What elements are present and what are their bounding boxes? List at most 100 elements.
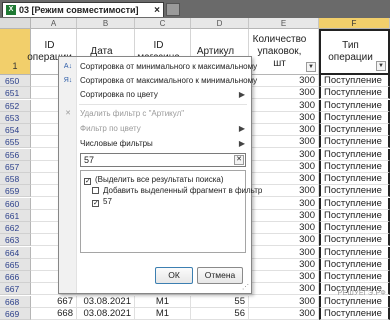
sort-by-color-item[interactable]: Сортировка по цвету ▶ [59,88,251,101]
cell-f[interactable]: Поступление [319,136,390,149]
filter-search-input[interactable]: 57 ✕ [80,153,246,167]
cell-e[interactable]: 300 [249,283,319,296]
cell-f[interactable]: Поступление [319,295,390,308]
row-number[interactable]: 652 [0,99,31,112]
cell-f[interactable]: Поступление [319,87,390,100]
document-tab[interactable]: X 03 [Режим совместимости] × [2,2,164,17]
cell-e[interactable]: 300 [249,258,319,271]
cell-e[interactable]: 300 [249,234,319,247]
checkbox-icon[interactable]: ✓ [84,178,91,185]
cell-f[interactable]: Поступление [319,246,390,259]
sort-descending-item[interactable]: Я↓ Сортировка от максимального к минимал… [59,74,257,87]
cell-f[interactable]: Поступление [319,111,390,124]
cell-f[interactable]: Поступление [319,173,390,185]
cell-e[interactable]: 300 [249,246,319,259]
cell-f[interactable]: Поступление [319,234,390,247]
menu-item-label: Сортировка от максимального к минимально… [80,76,258,85]
cell-e[interactable]: 300 [249,148,319,161]
cell-e[interactable]: 300 [249,160,319,173]
checkbox-icon[interactable] [92,187,99,194]
row-number[interactable]: 660 [0,197,31,210]
row-number[interactable]: 658 [0,173,31,185]
cell-f[interactable]: Поступление [319,124,390,136]
row-number[interactable]: 653 [0,111,31,124]
select-all-results-item[interactable]: ✓ (Выделить все результаты поиска) [84,174,223,185]
filter-dropdown-icon[interactable]: ▼ [306,62,316,72]
cell-e[interactable]: 300 [249,222,319,234]
column-header-f[interactable]: F [319,18,390,29]
clear-search-icon[interactable]: ✕ [234,155,244,165]
cell-f[interactable]: Поступление [319,209,390,222]
column-header-e[interactable]: E [249,18,319,29]
row-number[interactable]: 650 [0,75,31,87]
cell-e[interactable]: 300 [249,75,319,87]
row-number[interactable]: 654 [0,124,31,136]
row-number[interactable]: 657 [0,160,31,173]
cell-e[interactable]: 300 [249,307,319,320]
row-number[interactable]: 655 [0,136,31,149]
new-tab-button[interactable] [166,3,180,16]
cell-f[interactable]: Поступление [319,222,390,234]
column-header-d[interactable]: D [191,18,249,29]
row-number[interactable]: 667 [0,283,31,296]
cell-e[interactable]: 300 [249,124,319,136]
cell-e[interactable]: 300 [249,99,319,112]
resize-grip-icon[interactable]: ⋰ [242,283,249,291]
cell-e[interactable]: 300 [249,295,319,308]
cancel-button[interactable]: Отмена [197,267,243,284]
row-number[interactable]: 661 [0,209,31,222]
cell-e[interactable]: 300 [249,271,319,283]
add-selection-to-filter-item[interactable]: Добавить выделенный фрагмент в фильтр [92,185,262,196]
select-all-corner[interactable] [0,18,31,29]
cell-b[interactable]: 03.08.2021 [77,295,135,308]
cell-e[interactable]: 300 [249,111,319,124]
menu-item-label: Удалить фильтр с "Артикул" [80,109,185,118]
cell-f[interactable]: Поступление [319,197,390,210]
row-number[interactable]: 663 [0,234,31,247]
remove-filter-item[interactable]: ✕ Удалить фильтр с "Артикул" [59,107,251,120]
row-number[interactable]: 665 [0,258,31,271]
cell-a[interactable]: 668 [31,307,77,320]
value-57-item[interactable]: ✓ 57 [92,196,112,207]
cell-d[interactable]: 56 [191,307,249,320]
close-icon[interactable]: × [151,5,163,16]
checkbox-label: 57 [103,197,112,206]
ok-button[interactable]: ОК [155,267,193,284]
checkbox-icon[interactable]: ✓ [92,200,99,207]
cell-e[interactable]: 300 [249,197,319,210]
cell-c[interactable]: M1 [135,307,191,320]
filter-dropdown-icon[interactable]: ▼ [376,61,386,71]
cell-f[interactable]: Поступление [319,160,390,173]
row-number[interactable]: 656 [0,148,31,161]
cell-e[interactable]: 300 [249,209,319,222]
cell-a[interactable]: 667 [31,295,77,308]
row-number[interactable]: 664 [0,246,31,259]
cell-f[interactable]: Поступление [319,148,390,161]
number-filters-item[interactable]: Числовые фильтры ▶ [59,137,251,150]
cell-f[interactable]: Поступление [319,185,390,198]
sort-ascending-item[interactable]: A↓ Сортировка от минимального к максимал… [59,60,257,73]
cell-f[interactable]: Поступление [319,99,390,112]
cell-d[interactable]: 55 [191,295,249,308]
cell-c[interactable]: M1 [135,295,191,308]
cell-f[interactable]: Поступление [319,75,390,87]
row-number[interactable]: 662 [0,222,31,234]
cell-e[interactable]: 300 [249,136,319,149]
filter-by-color-item[interactable]: Фильтр по цвету ▶ [59,122,251,135]
cell-f[interactable]: Поступление [319,307,390,320]
row-number[interactable]: 651 [0,87,31,100]
row-number[interactable]: 666 [0,271,31,283]
column-header-b[interactable]: B [77,18,135,29]
header-cell-operation-type[interactable]: Тип операции ▼ [319,29,390,75]
cell-b[interactable]: 03.08.2021 [77,307,135,320]
cell-f[interactable]: Поступление [319,258,390,271]
column-header-a[interactable]: A [31,18,77,29]
row-number[interactable]: 669 [0,307,31,320]
cell-f[interactable]: Поступление [319,271,390,283]
row-number[interactable]: 668 [0,295,31,308]
cell-e[interactable]: 300 [249,87,319,100]
header-cell-package-count[interactable]: Количество упаковок, шт ▼ [249,29,319,75]
cell-e[interactable]: 300 [249,173,319,185]
column-header-c[interactable]: C [135,18,191,29]
row-number[interactable]: 659 [0,185,31,198]
